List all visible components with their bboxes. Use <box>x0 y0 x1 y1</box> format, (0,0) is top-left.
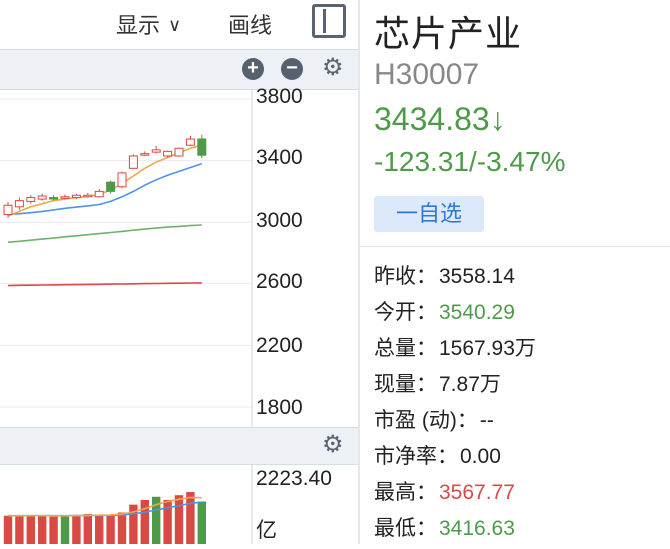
candle <box>49 197 59 200</box>
stat-current-volume: 现量：7.87万 <box>374 368 501 398</box>
stat-value: -- <box>479 409 494 432</box>
top-toolbar: 显示 ∨ 画线 <box>0 0 358 44</box>
stat-label: 市盈 (动)： <box>374 409 478 432</box>
price-tick-label: 3000 <box>256 209 303 232</box>
gear-icon[interactable]: ⚙ <box>322 433 344 457</box>
price-tick-label: 3400 <box>256 146 303 169</box>
stat-value: 1567.93万 <box>439 337 536 360</box>
current-price: 3434.83↓ <box>374 101 506 137</box>
panel-toggle-icon[interactable] <box>312 4 346 38</box>
volume-bar <box>26 515 35 544</box>
volume-bar <box>95 514 104 544</box>
stat-value: 0.00 <box>460 445 501 468</box>
display-menu[interactable]: 显示 ∨ <box>116 8 181 40</box>
remove-watchlist-button[interactable]: 一自选 <box>374 196 484 232</box>
volume-bar <box>3 515 13 544</box>
price-tick-label: 2200 <box>256 334 303 357</box>
candle <box>140 153 150 156</box>
candlestick-chart[interactable]: 3800 3400 3000 2600 2200 1800 <box>0 85 358 427</box>
stat-label: 最低： <box>374 517 437 540</box>
stat-label: 市净率： <box>374 445 458 468</box>
gear-icon[interactable]: ⚙ <box>322 56 344 80</box>
stat-label: 总量： <box>374 337 437 360</box>
volume-bar <box>72 515 81 544</box>
price-tick-label: 2600 <box>256 270 303 293</box>
quote-panel: 芯片产业 H30007 3434.83↓ -123.31/-3.47% 一自选 … <box>360 0 670 544</box>
candle <box>94 190 104 198</box>
volume-bar <box>106 515 115 544</box>
volume-ma-slow <box>8 501 202 517</box>
candle <box>37 195 47 200</box>
volume-toolbar: ⚙ <box>0 427 358 465</box>
candle <box>3 204 13 216</box>
candle <box>197 138 207 156</box>
display-menu-label: 显示 <box>116 13 161 38</box>
price-tick-label: 3800 <box>256 85 303 108</box>
stat-pe-ratio: 市盈 (动)：-- <box>374 404 494 434</box>
divider <box>360 246 670 247</box>
stat-label: 最高： <box>374 481 437 504</box>
stat-value: 7.87万 <box>439 373 501 396</box>
volume-bar <box>186 492 195 544</box>
candle <box>163 150 173 157</box>
candle <box>106 181 116 192</box>
candle <box>185 138 195 146</box>
stat-open: 今开：3540.29 <box>374 296 515 326</box>
zoom-in-icon[interactable]: + <box>242 58 264 80</box>
stock-name: 芯片产业 <box>374 13 523 54</box>
stat-high: 最高：3567.77 <box>374 476 515 506</box>
volume-bar <box>174 495 184 544</box>
candle <box>128 155 138 169</box>
stat-prev-close: 昨收：3558.14 <box>374 260 515 290</box>
candle <box>151 149 161 153</box>
stat-pb-ratio: 市净率：0.00 <box>374 440 501 470</box>
stat-label: 今开： <box>374 301 437 324</box>
stat-value: 3558.14 <box>439 265 515 288</box>
stat-total-volume: 总量：1567.93万 <box>374 332 536 362</box>
ma-line-mid <box>7 162 203 216</box>
volume-bar <box>15 516 24 544</box>
draw-line-button[interactable]: 画线 <box>228 8 272 40</box>
volume-bar <box>197 501 206 544</box>
stock-code: H30007 <box>374 58 480 91</box>
volume-bar <box>117 512 127 544</box>
chart-toolbar: + − ⚙ <box>0 49 358 90</box>
candle <box>60 196 70 199</box>
candle <box>71 194 81 199</box>
volume-chart[interactable]: 2223.40 亿 <box>0 464 358 544</box>
volume-unit-label: 亿 <box>256 519 277 542</box>
price-tick-label: 1800 <box>256 396 303 419</box>
volume-bar <box>38 515 47 544</box>
volume-bar <box>49 516 58 544</box>
zoom-out-icon[interactable]: − <box>281 58 303 80</box>
ma-line-long <box>7 224 202 243</box>
candle <box>26 197 36 202</box>
candle <box>14 200 24 208</box>
candle <box>174 147 184 157</box>
chevron-down-icon: ∨ <box>168 15 182 35</box>
price-change: -123.31/-3.47% <box>374 146 566 177</box>
volume-bar <box>140 499 149 544</box>
candle <box>83 194 93 198</box>
stat-value: 3567.77 <box>439 481 515 504</box>
stat-value: 3540.29 <box>439 301 515 324</box>
ma-line-fast <box>7 144 203 217</box>
volume-max-label: 2223.40 <box>256 467 332 490</box>
candle <box>117 172 127 188</box>
stat-low: 最低：3416.63 <box>374 512 515 542</box>
draw-line-label: 画线 <box>228 13 273 38</box>
candlestick-svg <box>0 89 253 427</box>
volume-bar <box>60 515 70 544</box>
stat-value: 3416.63 <box>439 517 515 540</box>
volume-bar <box>83 514 92 544</box>
stat-label: 昨收： <box>374 265 437 288</box>
stat-label: 现量： <box>374 373 437 396</box>
